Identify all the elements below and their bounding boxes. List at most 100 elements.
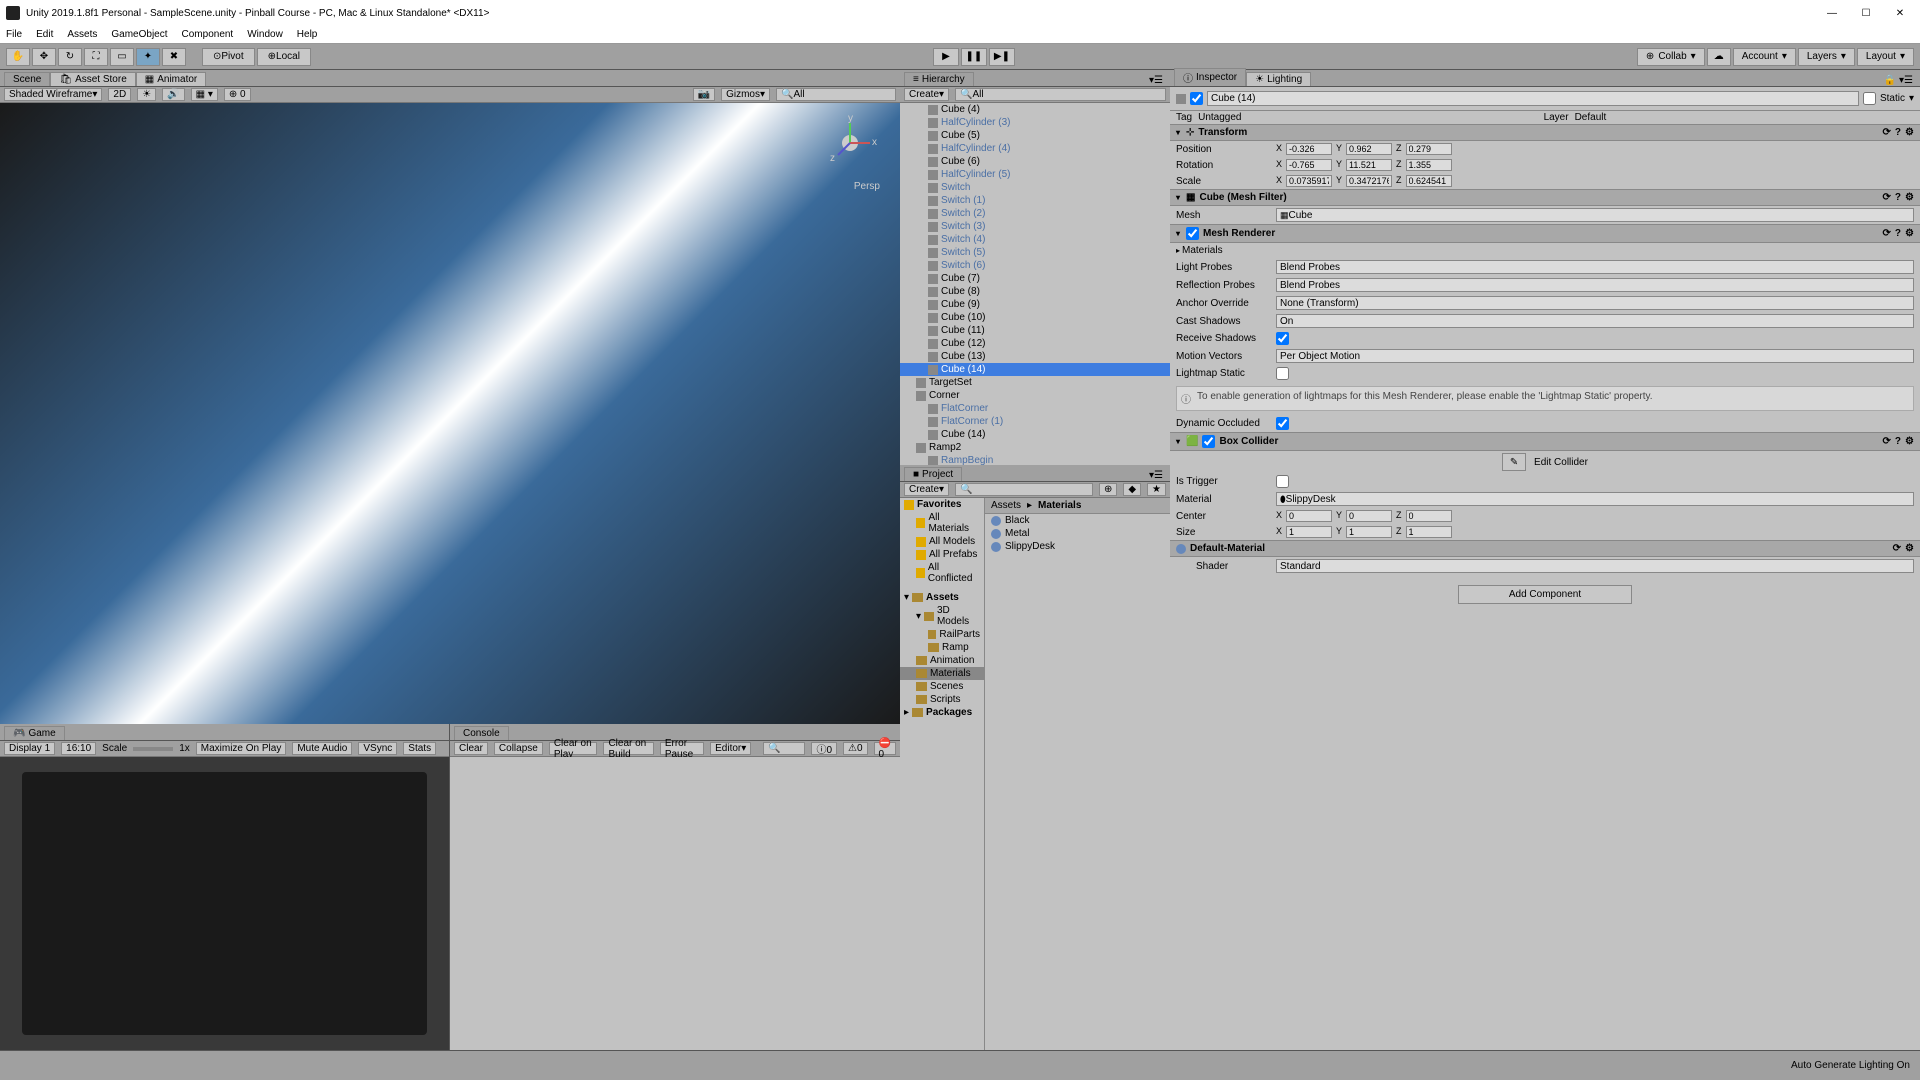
inspector-lock-icon[interactable]: 🔒 ▾☰ bbox=[1881, 75, 1916, 86]
project-search[interactable]: 🔍 bbox=[955, 483, 1093, 496]
pos-z[interactable] bbox=[1406, 143, 1452, 155]
stats-toggle[interactable]: Stats bbox=[403, 742, 436, 755]
hierarchy-create[interactable]: Create ▾ bbox=[904, 88, 949, 101]
fav-all-prefabs[interactable]: All Prefabs bbox=[900, 548, 984, 561]
shading-mode-dropdown[interactable]: Shaded Wireframe ▾ bbox=[4, 88, 102, 101]
custom-tool[interactable]: ✖ bbox=[162, 48, 186, 66]
pause-button[interactable]: ❚❚ bbox=[961, 48, 987, 66]
hierarchy-item[interactable]: Switch (2) bbox=[900, 207, 1170, 220]
hierarchy-item[interactable]: Corner bbox=[900, 389, 1170, 402]
mute-toggle[interactable]: Mute Audio bbox=[292, 742, 352, 755]
scene-search[interactable]: 🔍All bbox=[776, 88, 896, 101]
recvshadows-checkbox[interactable] bbox=[1276, 332, 1289, 345]
tab-asset-store[interactable]: 🛍Asset Store bbox=[50, 72, 135, 86]
hierarchy-lock-icon[interactable]: ▾☰ bbox=[1146, 75, 1166, 86]
gameobject-active-checkbox[interactable] bbox=[1190, 92, 1203, 105]
collab-dropdown[interactable]: ⊕Collab ▾ bbox=[1637, 48, 1705, 66]
gear-icon[interactable]: ⚙ bbox=[1905, 127, 1914, 138]
folder-railparts[interactable]: RailParts bbox=[900, 628, 984, 641]
scale-x[interactable] bbox=[1286, 175, 1332, 187]
reflprobes-dropdown[interactable]: Blend Probes bbox=[1276, 278, 1914, 292]
mesh-field[interactable]: ▦Cube bbox=[1276, 208, 1914, 222]
persp-label[interactable]: Persp bbox=[854, 181, 880, 192]
hierarchy-item[interactable]: HalfCylinder (5) bbox=[900, 168, 1170, 181]
hierarchy-item[interactable]: Cube (13) bbox=[900, 350, 1170, 363]
castshadows-dropdown[interactable]: On bbox=[1276, 314, 1914, 328]
layer-dropdown[interactable]: Default bbox=[1575, 112, 1914, 123]
project-assets[interactable]: ▾Assets bbox=[900, 591, 984, 604]
rotate-tool[interactable]: ↻ bbox=[58, 48, 82, 66]
dynocc-checkbox[interactable] bbox=[1276, 417, 1289, 430]
lightmapstatic-checkbox[interactable] bbox=[1276, 367, 1289, 380]
static-checkbox[interactable] bbox=[1863, 92, 1876, 105]
fav-all-conflicted[interactable]: All Conflicted bbox=[900, 561, 984, 585]
rot-y[interactable] bbox=[1346, 159, 1392, 171]
hierarchy-item[interactable]: Cube (5) bbox=[900, 129, 1170, 142]
console-editor[interactable]: Editor ▾ bbox=[710, 742, 751, 755]
project-packages[interactable]: ▸Packages bbox=[900, 706, 984, 719]
meshrenderer-component-header[interactable]: Mesh Renderer ⟳ ? ⚙ bbox=[1170, 224, 1920, 243]
hierarchy-item[interactable]: TargetSet bbox=[900, 376, 1170, 389]
hierarchy-list[interactable]: Cube (4)HalfCylinder (3)Cube (5)HalfCyli… bbox=[900, 103, 1170, 465]
menu-file[interactable]: File bbox=[6, 29, 22, 40]
layers-dropdown[interactable]: Layers ▾ bbox=[1798, 48, 1855, 66]
console-clear[interactable]: Clear bbox=[454, 742, 488, 755]
menu-component[interactable]: Component bbox=[182, 29, 234, 40]
local-toggle[interactable]: ⊕Local bbox=[257, 48, 311, 66]
hierarchy-item[interactable]: RampBegin bbox=[900, 454, 1170, 465]
scene-view[interactable]: yxz Persp bbox=[0, 103, 900, 724]
breadcrumb-materials[interactable]: Materials bbox=[1038, 500, 1081, 511]
hierarchy-item[interactable]: Cube (14) bbox=[900, 428, 1170, 441]
pivot-toggle[interactable]: ⊙Pivot bbox=[202, 48, 255, 66]
tag-dropdown[interactable]: Untagged bbox=[1198, 112, 1537, 123]
audio-toggle[interactable]: 🔊 bbox=[162, 88, 184, 101]
edit-collider-button[interactable]: ✎ bbox=[1502, 453, 1526, 471]
hierarchy-item[interactable]: FlatCorner (1) bbox=[900, 415, 1170, 428]
hierarchy-item[interactable]: Cube (14) bbox=[900, 363, 1170, 376]
material-black[interactable]: Black bbox=[985, 514, 1170, 527]
hierarchy-item[interactable]: Cube (10) bbox=[900, 311, 1170, 324]
gameobject-name-field[interactable] bbox=[1207, 91, 1859, 106]
hierarchy-item[interactable]: Switch (6) bbox=[900, 259, 1170, 272]
transform-component-header[interactable]: ⊹ Transform ⟳ ? ⚙ bbox=[1170, 124, 1920, 141]
aspect-dropdown[interactable]: 16:10 bbox=[61, 742, 96, 755]
orientation-gizmo[interactable]: yxz bbox=[820, 113, 880, 173]
pos-y[interactable] bbox=[1346, 143, 1392, 155]
gear-icon[interactable]: ⚙ bbox=[1905, 228, 1914, 239]
reset-icon[interactable]: ⟳ bbox=[1883, 436, 1891, 447]
tab-project[interactable]: ■Project bbox=[904, 467, 962, 481]
play-button[interactable]: ▶ bbox=[933, 48, 959, 66]
camera-icon[interactable]: 📷 bbox=[693, 88, 715, 101]
console-clearbuild[interactable]: Clear on Build bbox=[603, 742, 653, 755]
hand-tool[interactable]: ✋ bbox=[6, 48, 30, 66]
hierarchy-item[interactable]: Switch (1) bbox=[900, 194, 1170, 207]
console-search[interactable]: 🔍 bbox=[763, 742, 805, 755]
vsync-toggle[interactable]: VSync bbox=[358, 742, 397, 755]
menu-help[interactable]: Help bbox=[297, 29, 318, 40]
meshfilter-component-header[interactable]: ▦ Cube (Mesh Filter) ⟳ ? ⚙ bbox=[1170, 189, 1920, 206]
reset-icon[interactable]: ⟳ bbox=[1883, 192, 1891, 203]
help-icon[interactable]: ? bbox=[1895, 228, 1901, 239]
layout-dropdown[interactable]: Layout ▾ bbox=[1857, 48, 1914, 66]
gear-icon[interactable]: ⚙ bbox=[1905, 436, 1914, 447]
size-x[interactable] bbox=[1286, 526, 1332, 538]
size-y[interactable] bbox=[1346, 526, 1392, 538]
anchor-field[interactable]: None (Transform) bbox=[1276, 296, 1914, 310]
2d-toggle[interactable]: 2D bbox=[108, 88, 131, 101]
menu-edit[interactable]: Edit bbox=[36, 29, 53, 40]
maximize-button[interactable]: ☐ bbox=[1858, 5, 1874, 21]
tab-inspector[interactable]: ⓘInspector bbox=[1174, 68, 1246, 86]
console-error-count[interactable]: ⛔0 bbox=[874, 742, 896, 755]
scale-y[interactable] bbox=[1346, 175, 1392, 187]
lightprobes-dropdown[interactable]: Blend Probes bbox=[1276, 260, 1914, 274]
reset-icon[interactable]: ⟳ bbox=[1883, 228, 1891, 239]
hierarchy-item[interactable]: HalfCylinder (4) bbox=[900, 142, 1170, 155]
size-z[interactable] bbox=[1406, 526, 1452, 538]
fav-all-models[interactable]: All Models bbox=[900, 535, 984, 548]
gameobject-icon[interactable] bbox=[1176, 94, 1186, 104]
console-errorpause[interactable]: Error Pause bbox=[660, 742, 704, 755]
hierarchy-item[interactable]: HalfCylinder (3) bbox=[900, 116, 1170, 129]
folder-ramp[interactable]: Ramp bbox=[900, 641, 984, 654]
console-clearplay[interactable]: Clear on Play bbox=[549, 742, 598, 755]
tab-hierarchy[interactable]: ≡Hierarchy bbox=[904, 72, 974, 86]
